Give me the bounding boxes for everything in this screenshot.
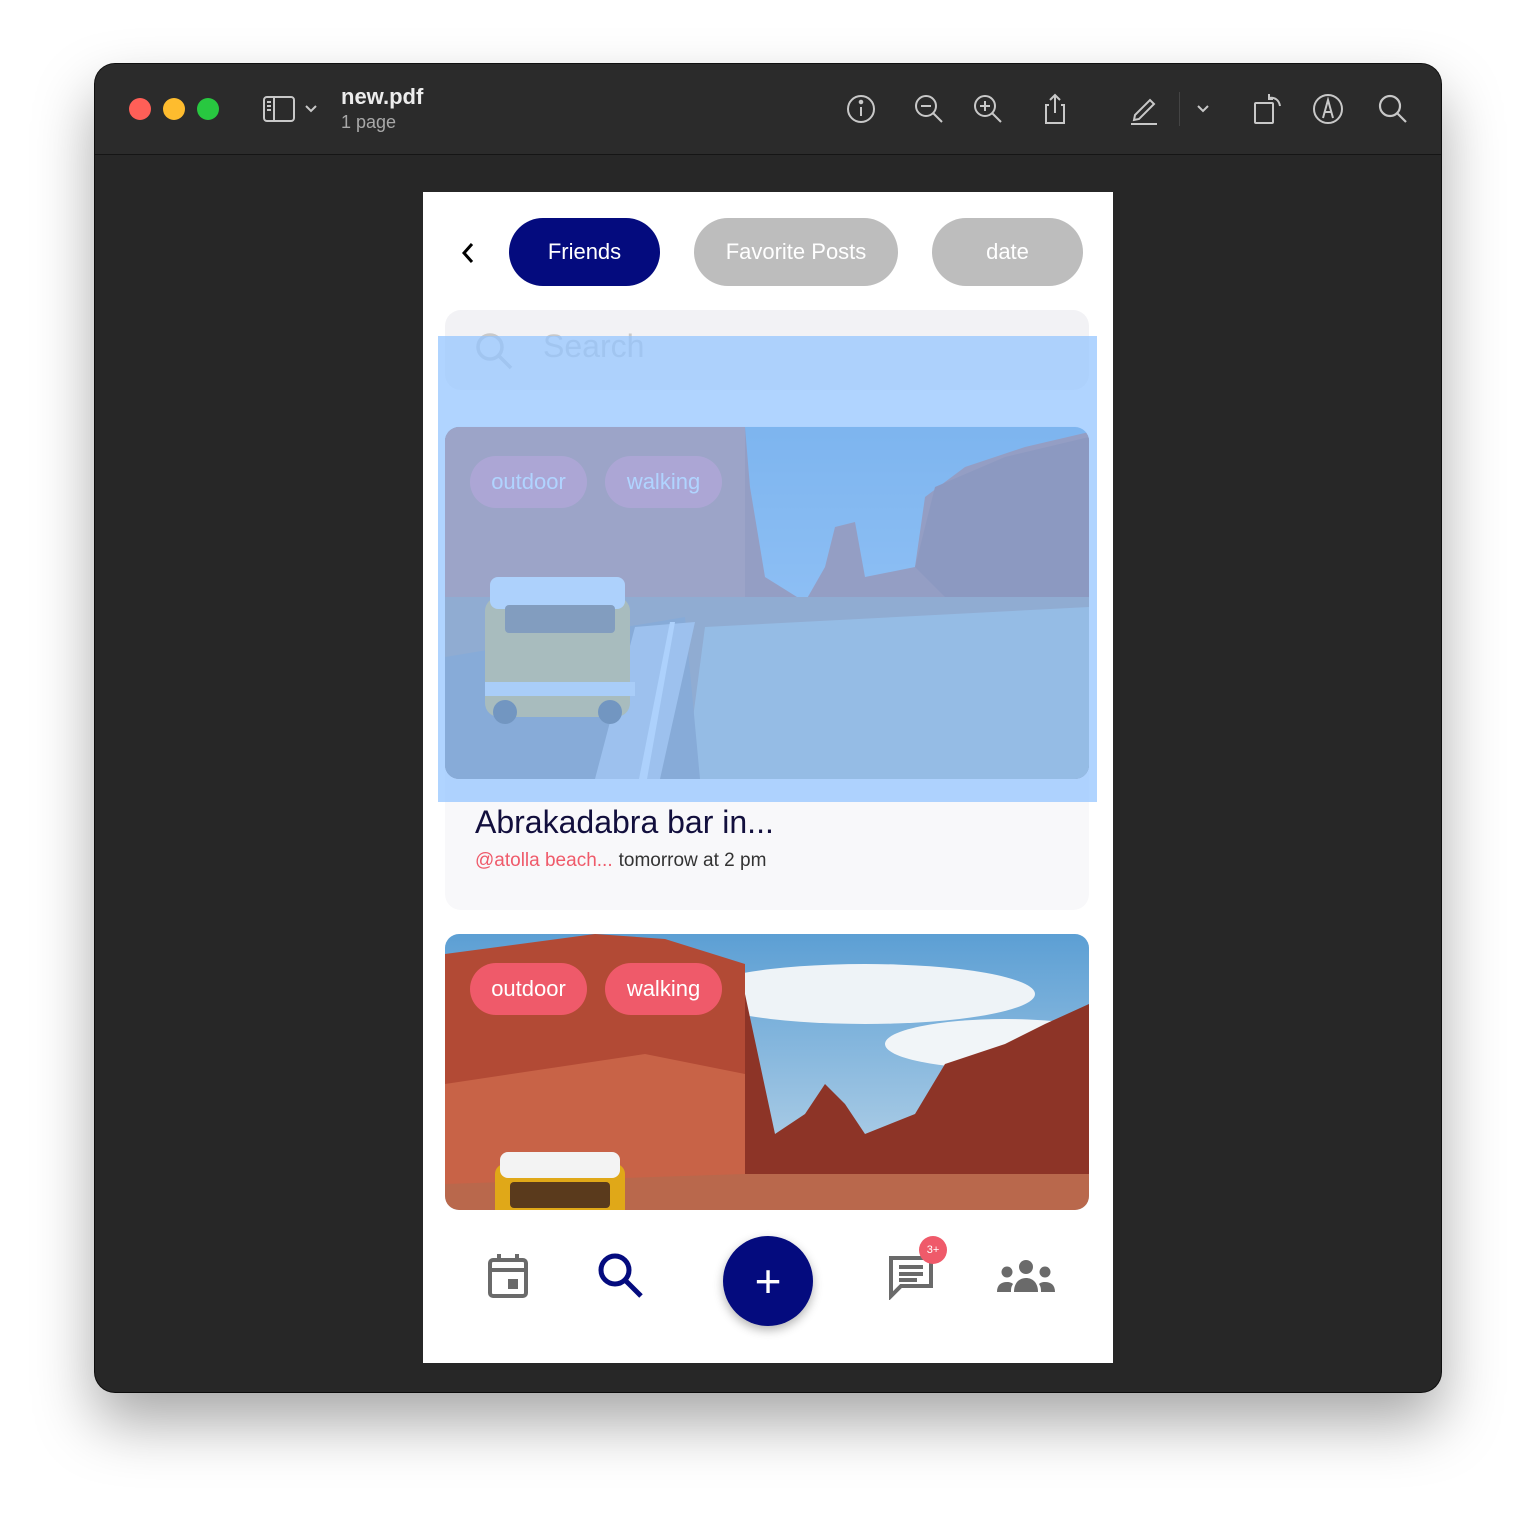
back-arrow-icon[interactable] <box>453 238 483 268</box>
message-count-badge: 3+ <box>919 1236 947 1264</box>
minimize-window-button[interactable] <box>163 98 185 120</box>
filter-favorite-posts-button[interactable]: Favorite Posts <box>694 218 898 286</box>
post-location[interactable]: @atolla beach... <box>475 850 613 871</box>
chevron-down-icon[interactable] <box>301 91 321 127</box>
zoom-window-button[interactable] <box>197 98 219 120</box>
info-icon[interactable] <box>843 91 879 127</box>
pdf-viewer-window: new.pdf 1 page Friends Favorite Posts da… <box>95 64 1441 1392</box>
toolbar-divider <box>1179 92 1180 126</box>
document-page-count: 1 page <box>341 112 397 132</box>
filter-friends-button[interactable]: Friends <box>509 218 660 286</box>
rotate-icon[interactable] <box>1249 91 1285 127</box>
chevron-down-icon[interactable] <box>1193 91 1213 127</box>
filter-date-button[interactable]: date <box>932 218 1083 286</box>
pdf-page: Friends Favorite Posts date Search <box>423 192 1113 1363</box>
highlight-icon[interactable] <box>1126 91 1162 127</box>
bottom-navigation: + 3+ <box>423 1210 1113 1363</box>
post-meta: @atolla beach... tomorrow at 2 pm <box>475 850 766 872</box>
search-icon[interactable] <box>1375 91 1411 127</box>
group-icon[interactable] <box>995 1258 1057 1294</box>
markup-icon[interactable] <box>1310 91 1346 127</box>
sidebar-icon[interactable] <box>261 91 297 127</box>
calendar-icon[interactable] <box>486 1252 530 1300</box>
post-time: tomorrow at 2 pm <box>618 850 767 871</box>
close-window-button[interactable] <box>129 98 151 120</box>
add-button[interactable]: + <box>723 1236 813 1326</box>
share-icon[interactable] <box>1037 91 1073 127</box>
text-selection-highlight <box>438 336 1097 802</box>
title-bar: new.pdf 1 page <box>95 64 1441 155</box>
post-title[interactable]: Abrakadabra bar in... <box>475 804 774 841</box>
document-title: new.pdf <box>341 84 424 109</box>
tag-outdoor[interactable]: outdoor <box>470 963 587 1015</box>
tag-walking[interactable]: walking <box>605 963 722 1015</box>
zoom-in-icon[interactable] <box>970 91 1006 127</box>
search-icon[interactable] <box>595 1250 645 1300</box>
zoom-out-icon[interactable] <box>911 91 947 127</box>
